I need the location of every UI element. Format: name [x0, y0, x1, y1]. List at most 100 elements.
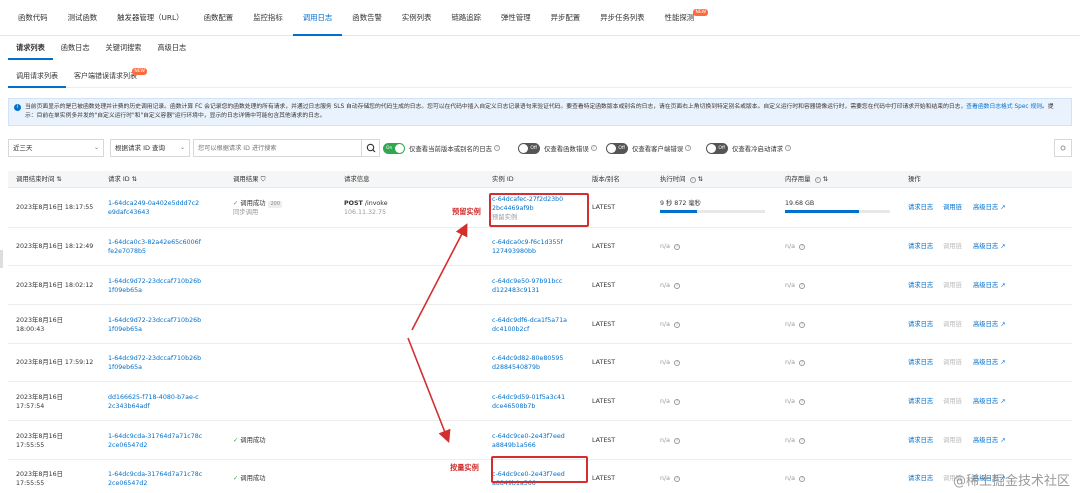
end-time: 2023年8月16日 17:55:55	[16, 433, 63, 449]
help-icon[interactable]: ?	[689, 177, 696, 183]
filter-icon[interactable]: ⛉	[261, 175, 266, 183]
toggle-current-version[interactable]: On 仅查看当前版本或别名的日志?	[383, 142, 501, 154]
instance-id[interactable]: c-64dca0c9-f6c1d355f 127493980bb	[492, 238, 563, 256]
request-id-link[interactable]: 1-64dc9d72-23dccaf710b26b 1f09eb65a	[108, 277, 201, 295]
tab-async-tasks[interactable]: 异步任务列表	[590, 0, 654, 36]
instance-id[interactable]: c-64dc9df6-dca1f5a71a dc4100b2cf	[492, 316, 567, 334]
request-log-link[interactable]: 请求日志	[908, 320, 933, 329]
advanced-log-link[interactable]: 高级日志 ↗	[973, 358, 1005, 367]
column-settings-button[interactable]	[1054, 139, 1072, 157]
table-body: 2023年8月16日 18:17:55 1-64dca249-0a402e5ddd…	[8, 188, 1072, 493]
help-icon[interactable]: ?	[785, 145, 792, 151]
request-id-link[interactable]: 1-64dca249-0a402e5ddd7c2 e9dafc43643	[108, 199, 199, 217]
cold-start-switch[interactable]: Off	[706, 142, 728, 154]
tab-elasticity[interactable]: 弹性管理	[491, 0, 541, 36]
col-memory[interactable]: 内存用量 ? ⇅	[785, 171, 828, 188]
request-id-link[interactable]: 1-64dc9d72-23dccaf710b26b 1f09eb65a	[108, 354, 201, 372]
function-error-switch[interactable]: Off	[518, 142, 540, 154]
tab-function-logs[interactable]: 函数日志	[53, 36, 98, 60]
version-switch[interactable]: On	[383, 142, 405, 154]
tab-trigger-management[interactable]: 触发器管理（URL）	[107, 0, 193, 36]
memory-usage: n/a ?	[785, 243, 805, 250]
request-log-link[interactable]: 请求日志	[908, 242, 933, 251]
tab-function-config[interactable]: 函数配置	[194, 0, 244, 36]
time-range-value: 近三天	[13, 144, 33, 152]
advanced-log-link[interactable]: 高级日志 ↗	[973, 436, 1005, 445]
tab-invocation-requests[interactable]: 调用请求列表	[8, 64, 66, 88]
trace-link[interactable]: 调用链	[943, 320, 962, 329]
col-request-id[interactable]: 请求 ID ⇅	[108, 171, 137, 188]
tab-monitoring[interactable]: 监控指标	[243, 0, 293, 36]
search-input[interactable]	[194, 140, 379, 156]
tab-client-error-requests[interactable]: 客户端错误请求列表 NEW	[66, 64, 147, 88]
exec-time: n/a ?	[660, 398, 680, 405]
tab-test-function[interactable]: 测试函数	[58, 0, 108, 36]
exec-time: n/a ?	[660, 243, 680, 250]
request-log-link[interactable]: 请求日志	[908, 358, 933, 367]
check-icon: ✓	[233, 475, 239, 482]
tab-function-alerts[interactable]: 函数告警	[342, 0, 392, 36]
tab-instance-list[interactable]: 实例列表	[392, 0, 442, 36]
request-log-link[interactable]: 请求日志	[908, 474, 933, 483]
end-time: 2023年8月16日 18:00:43	[16, 317, 63, 333]
advanced-log-link[interactable]: 高级日志 ↗	[973, 203, 1005, 212]
request-log-link[interactable]: 请求日志	[908, 203, 933, 212]
sort-icon[interactable]: ⇅	[823, 175, 828, 183]
trace-link[interactable]: 调用链	[943, 436, 962, 445]
request-id-link[interactable]: 1-64dc9d72-23dccaf710b26b 1f09eb65a	[108, 316, 201, 334]
help-icon[interactable]: ?	[685, 145, 692, 151]
trace-link[interactable]: 调用链	[943, 242, 962, 251]
trace-link[interactable]: 调用链	[943, 358, 962, 367]
sort-icon[interactable]: ⇅	[132, 175, 137, 183]
instance-id[interactable]: c-64dc9ce0-2e43f7eed a8849b1a566	[492, 432, 565, 450]
instance-id[interactable]: c-64dc9d82-80e80595 d2884540879b	[492, 354, 563, 372]
help-icon[interactable]: ?	[494, 145, 501, 151]
tab-advanced-logs[interactable]: 高级日志	[149, 36, 194, 60]
exec-time: n/a ?	[660, 437, 680, 444]
search-button[interactable]	[361, 140, 379, 156]
request-id-link[interactable]: 1-64dc9cda-31764d7a71c78c 2ce06547d2	[108, 470, 202, 488]
trace-link[interactable]: 调用链	[943, 281, 962, 290]
help-icon[interactable]: ?	[814, 177, 821, 183]
request-id-link[interactable]: 1-64dc9cda-31764d7a71c78c 2ce06547d2	[108, 432, 202, 450]
request-log-link[interactable]: 请求日志	[908, 436, 933, 445]
query-type-value: 根据请求 ID 查询	[115, 144, 166, 152]
request-id-link[interactable]: 1-64dca0c3-82a42e65c6006f fe2e7078b5	[108, 238, 201, 256]
left-edge-handle[interactable]	[0, 250, 3, 268]
table-row: 2023年8月16日 17:57:54 dd166625-f718-4080-b7a…	[8, 382, 1072, 421]
tab-tracing[interactable]: 链路追踪	[441, 0, 491, 36]
sort-icon[interactable]: ⇅	[56, 175, 61, 183]
advanced-log-link[interactable]: 高级日志 ↗	[973, 320, 1005, 329]
advanced-log-link[interactable]: 高级日志 ↗	[973, 281, 1005, 290]
trace-link[interactable]: 调用链	[943, 203, 962, 212]
tab-keyword-search[interactable]: 关键词搜索	[98, 36, 150, 60]
col-result[interactable]: 调用结果 ⛉	[233, 171, 265, 188]
gear-icon	[1060, 145, 1066, 151]
toggle-function-errors[interactable]: Off 仅查看函数错误?	[518, 142, 597, 154]
tab-function-code[interactable]: 函数代码	[8, 0, 58, 36]
request-log-link[interactable]: 请求日志	[908, 397, 933, 406]
col-end-time[interactable]: 调用结束时间 ⇅	[16, 171, 62, 188]
time-range-select[interactable]: 近三天 ⌄	[8, 139, 104, 157]
tab-performance-probe[interactable]: 性能探测 NEW	[655, 0, 709, 36]
toggle-label: 仅查看当前版本或别名的日志	[409, 144, 493, 153]
tab-invocation-logs[interactable]: 调用日志	[292, 0, 343, 36]
client-error-switch[interactable]: Off	[606, 142, 628, 154]
instance-id[interactable]: c-64dc9d59-01f5a3c41 dce46508b7b	[492, 393, 565, 411]
on-demand-instance-label: 按量实例	[450, 463, 479, 472]
trace-link[interactable]: 调用链	[943, 397, 962, 406]
sort-icon[interactable]: ⇅	[698, 175, 703, 183]
advanced-log-link[interactable]: 高级日志 ↗	[973, 397, 1005, 406]
tab-async-config[interactable]: 异步配置	[541, 0, 591, 36]
help-icon[interactable]: ?	[590, 145, 597, 151]
request-id-link[interactable]: dd166625-f718-4080-b7ae-c 2c343b64adf	[108, 393, 199, 411]
request-log-link[interactable]: 请求日志	[908, 281, 933, 290]
advanced-log-link[interactable]: 高级日志 ↗	[973, 242, 1005, 251]
toggle-client-errors[interactable]: Off 仅查看客户端错误?	[606, 142, 692, 154]
tab-request-list[interactable]: 请求列表	[8, 36, 53, 60]
query-type-select[interactable]: 根据请求 ID 查询 ⌄	[110, 139, 190, 157]
log-format-spec-link[interactable]: 查看函数日志格式 Spec 规则	[966, 104, 1042, 110]
instance-id[interactable]: c-64dc9e50-97b91bcc d122483c9131	[492, 277, 562, 295]
toggle-cold-start[interactable]: Off 仅查看冷启动请求?	[706, 142, 792, 154]
col-exec-time[interactable]: 执行时间 ? ⇅	[660, 171, 703, 188]
